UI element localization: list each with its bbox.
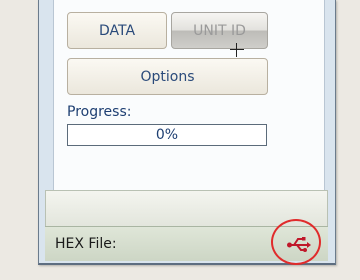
hex-file-label: HEX File: — [55, 236, 117, 252]
highlight-circle — [271, 219, 321, 265]
progress-bar: 0% — [67, 124, 267, 146]
options-button[interactable]: Options — [67, 58, 268, 95]
crosshair-cursor-icon — [230, 43, 244, 57]
progress-value: 0% — [155, 127, 179, 143]
data-button[interactable]: DATA — [67, 12, 167, 49]
unit-id-label: UNIT ID — [193, 22, 246, 39]
unit-id-button[interactable]: UNIT ID — [171, 12, 268, 57]
control-panel: DATA UNIT ID Options Progress: 0% — [53, 0, 325, 190]
progress-label: Progress: — [67, 104, 132, 120]
